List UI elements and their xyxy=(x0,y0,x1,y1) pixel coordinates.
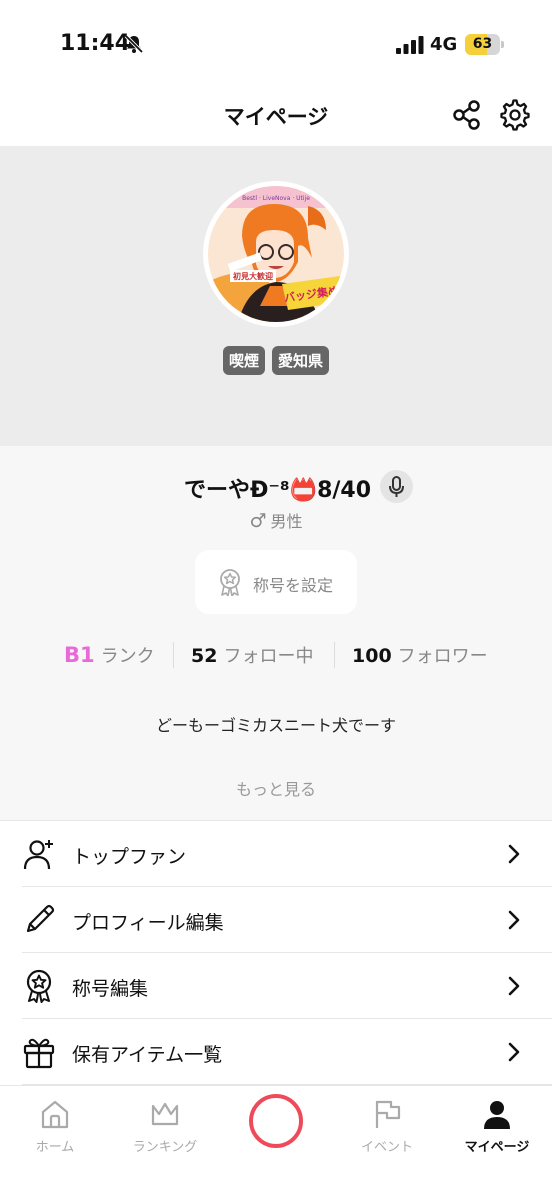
gift-icon xyxy=(23,1038,55,1069)
followers-count: 100 xyxy=(352,645,392,667)
following-count: 52 xyxy=(191,645,218,667)
battery-level: 63 xyxy=(472,36,493,52)
menu-item-top-fans[interactable]: トップファン xyxy=(22,821,552,887)
svg-text:初見大歓迎: 初見大歓迎 xyxy=(233,271,273,281)
gender-row: ♂ 男性 xyxy=(0,508,552,532)
menu-list: トップファン プロフィール編集 称号編集 保有アイテム一覧 xyxy=(0,820,552,1085)
set-title-label: 称号を設定 xyxy=(253,576,334,595)
bottom-tab-bar: ホーム ランキング イベント マイページ xyxy=(0,1085,552,1200)
rank-label: ランク xyxy=(100,646,155,667)
tab-event[interactable]: イベント xyxy=(332,1086,442,1166)
person-icon xyxy=(484,1101,510,1129)
bell-slash-icon xyxy=(124,34,144,54)
chevron-right-icon xyxy=(508,1042,520,1062)
tag-smoking: 喫煙 xyxy=(222,346,265,375)
gender-label: 男性 xyxy=(270,512,303,531)
profile-info: でーやĐ⁻⁸📛8/40 ♂ 男性 称号を設定 B1 ランク 52 フォロー中 1… xyxy=(0,446,552,820)
flag-icon xyxy=(375,1100,401,1128)
tag-list: 喫煙 愛知県 xyxy=(0,346,552,375)
profile-cover: 初見大歓迎 バッジ集め Bestl · LiveNova · Utije 喫煙 … xyxy=(0,146,552,446)
set-title-button[interactable]: 称号を設定 xyxy=(195,550,357,614)
rank-value: B1 xyxy=(64,643,95,667)
menu-item-edit-title[interactable]: 称号編集 xyxy=(22,953,552,1019)
male-icon: ♂ xyxy=(249,510,267,532)
gear-icon[interactable] xyxy=(498,98,532,132)
crown-icon xyxy=(151,1102,179,1126)
badge-icon xyxy=(220,569,240,596)
menu-label: 称号編集 xyxy=(72,978,149,1000)
followers-label: フォロワー xyxy=(397,646,488,667)
menu-label: トップファン xyxy=(72,846,187,868)
tab-ranking[interactable]: ランキング xyxy=(110,1086,220,1166)
rank-stat[interactable]: B1 ランク xyxy=(64,642,155,668)
user-plus-icon xyxy=(23,840,53,870)
pencil-icon xyxy=(26,904,55,933)
share-icon[interactable] xyxy=(450,98,484,132)
svg-text:Bestl · LiveNova · Utije: Bestl · LiveNova · Utije xyxy=(242,195,310,202)
followers-stat[interactable]: 100 フォロワー xyxy=(352,642,488,668)
record-button[interactable] xyxy=(249,1094,303,1148)
tab-home[interactable]: ホーム xyxy=(0,1086,110,1166)
battery-icon: 63 xyxy=(465,34,504,55)
chevron-right-icon xyxy=(508,910,520,930)
home-icon xyxy=(41,1100,69,1129)
stat-divider xyxy=(173,642,174,668)
tab-label: イベント xyxy=(360,1140,413,1155)
menu-item-edit-profile[interactable]: プロフィール編集 xyxy=(22,887,552,953)
badge-icon xyxy=(26,969,52,1003)
network-label: 4G xyxy=(430,34,458,55)
stat-divider xyxy=(334,642,335,668)
menu-label: 保有アイテム一覧 xyxy=(72,1044,223,1066)
tag-location: 愛知県 xyxy=(272,346,330,375)
chevron-right-icon xyxy=(508,844,520,864)
app-header: マイページ xyxy=(0,90,552,146)
microphone-icon xyxy=(389,476,404,497)
menu-label: プロフィール編集 xyxy=(72,912,224,934)
chevron-right-icon xyxy=(508,976,520,996)
tab-label: ホーム xyxy=(35,1140,75,1155)
following-stat[interactable]: 52 フォロー中 xyxy=(191,642,313,668)
status-time: 11:44 xyxy=(60,31,131,56)
tab-mypage[interactable]: マイページ xyxy=(442,1086,552,1166)
menu-item-owned-items[interactable]: 保有アイテム一覧 xyxy=(22,1019,552,1085)
tab-label: ランキング xyxy=(132,1140,198,1155)
show-more-link[interactable]: もっと見る xyxy=(0,776,552,800)
voice-intro-button[interactable] xyxy=(380,470,413,503)
user-name: でーやĐ⁻⁸📛8/40 xyxy=(184,478,372,503)
signal-icon xyxy=(396,36,424,54)
avatar[interactable]: 初見大歓迎 バッジ集め Bestl · LiveNova · Utije xyxy=(203,181,349,327)
bio-text: どーもーゴミカスニート犬でーす xyxy=(155,716,396,735)
name-row: でーやĐ⁻⁸📛8/40 xyxy=(0,470,552,504)
status-bar: 11:44 4G 63 xyxy=(0,0,552,90)
tab-label: マイページ xyxy=(464,1140,530,1155)
stats-row: B1 ランク 52 フォロー中 100 フォロワー xyxy=(0,642,552,672)
avatar-image: 初見大歓迎 バッジ集め Bestl · LiveNova · Utije xyxy=(208,186,344,322)
following-label: フォロー中 xyxy=(223,646,314,667)
